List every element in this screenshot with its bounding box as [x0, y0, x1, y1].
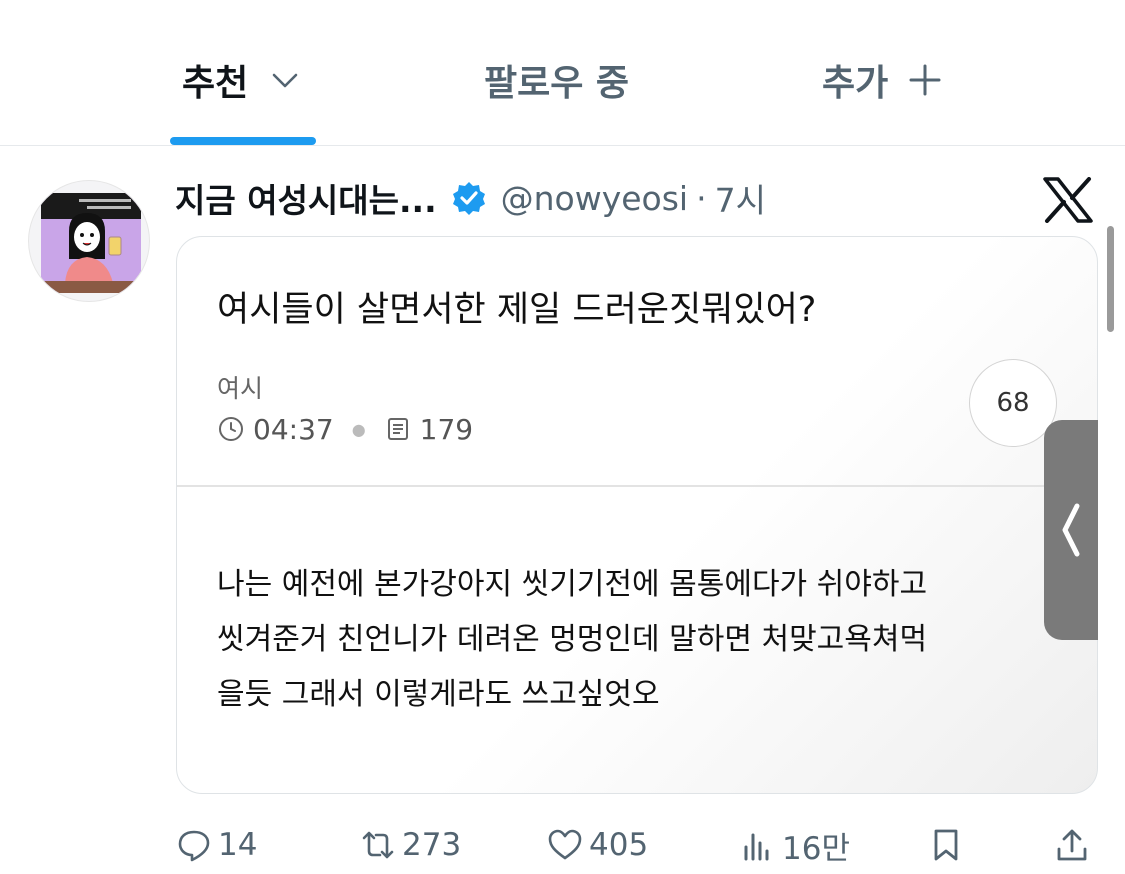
retweet-count: 273 — [402, 827, 462, 863]
chevron-left-icon — [1062, 503, 1080, 557]
x-logo-icon[interactable] — [1043, 177, 1093, 223]
card-clock-time: 04:37 — [253, 412, 334, 446]
tab-following-label: 팔로우 중 — [484, 63, 630, 104]
embedded-post-card[interactable]: 여시들이 살면서한 제일 드러운짓뭐있어? 여시 04:37 ● 179 68 … — [176, 236, 1098, 794]
meta-dot: ● — [351, 419, 366, 439]
card-body-line: 씻겨준거 친언니가 데려온 멍멍인데 말하면 처맞고욕쳐먹 — [217, 622, 928, 657]
card-title: 여시들이 살면서한 제일 드러운짓뭐있어? — [217, 290, 817, 330]
document-icon — [387, 418, 408, 440]
comment-count: 68 — [996, 388, 1030, 418]
timeline-tab-bar: 추천 팔로우 중 추가 — [0, 0, 1125, 146]
views-button[interactable]: 16만 — [740, 824, 850, 867]
share-button[interactable] — [1054, 824, 1096, 866]
avatar-illustration — [41, 193, 141, 293]
like-count: 405 — [589, 827, 649, 863]
reply-count: 14 — [218, 827, 258, 863]
card-body-line: 나는 예전에 본가강아지 씻기기전에 몸통에다가 쉬야하고 — [217, 567, 928, 602]
share-icon — [1057, 829, 1087, 861]
views-icon — [744, 833, 769, 861]
tab-recommended[interactable]: 추천 — [182, 52, 300, 108]
card-body: 나는 예전에 본가강아지 씻기기전에 몸통에다가 쉬야하고 씻겨준거 친언니가 … — [217, 557, 1047, 722]
active-tab-indicator — [170, 137, 316, 145]
chevron-down-icon[interactable] — [270, 65, 300, 95]
reply-button[interactable]: 14 — [176, 824, 257, 866]
tab-following[interactable]: 팔로우 중 — [484, 52, 629, 108]
verified-badge-icon — [452, 182, 485, 215]
bookmark-button[interactable] — [928, 824, 970, 866]
retweet-button[interactable]: 273 — [360, 824, 461, 866]
meta-separator: · — [696, 178, 707, 218]
like-button[interactable]: 405 — [547, 824, 648, 866]
tab-add-label: 추가 — [822, 63, 889, 104]
avatar[interactable] — [28, 180, 150, 302]
author-handle[interactable]: @nowyeosi — [501, 179, 688, 218]
clock-icon — [219, 417, 243, 441]
plus-icon — [909, 64, 941, 96]
card-body-line: 을듯 그래서 이렇게라도 쓰고싶엇오 — [217, 677, 660, 712]
card-view-count: 179 — [419, 412, 474, 446]
post-author-row: 지금 여성시대는... @nowyeosi · 7시 — [175, 170, 766, 226]
tab-add[interactable]: 추가 — [822, 52, 942, 108]
author-display-name[interactable]: 지금 여성시대는... — [175, 174, 437, 222]
retweet-icon — [362, 831, 394, 859]
reply-icon — [178, 830, 210, 862]
tab-recommended-label: 추천 — [182, 63, 249, 104]
card-category: 여시 — [217, 374, 264, 403]
bookmark-icon — [934, 829, 958, 861]
card-meta: 04:37 ● 179 — [217, 412, 473, 446]
side-panel-handle[interactable] — [1044, 420, 1098, 640]
scrollbar[interactable] — [1107, 226, 1114, 332]
view-count: 16만 — [782, 830, 850, 867]
post-action-bar: 14 273 405 16만 — [0, 818, 1125, 872]
card-divider — [177, 485, 1097, 487]
post-time[interactable]: 7시 — [715, 174, 766, 222]
heart-icon — [548, 829, 582, 860]
